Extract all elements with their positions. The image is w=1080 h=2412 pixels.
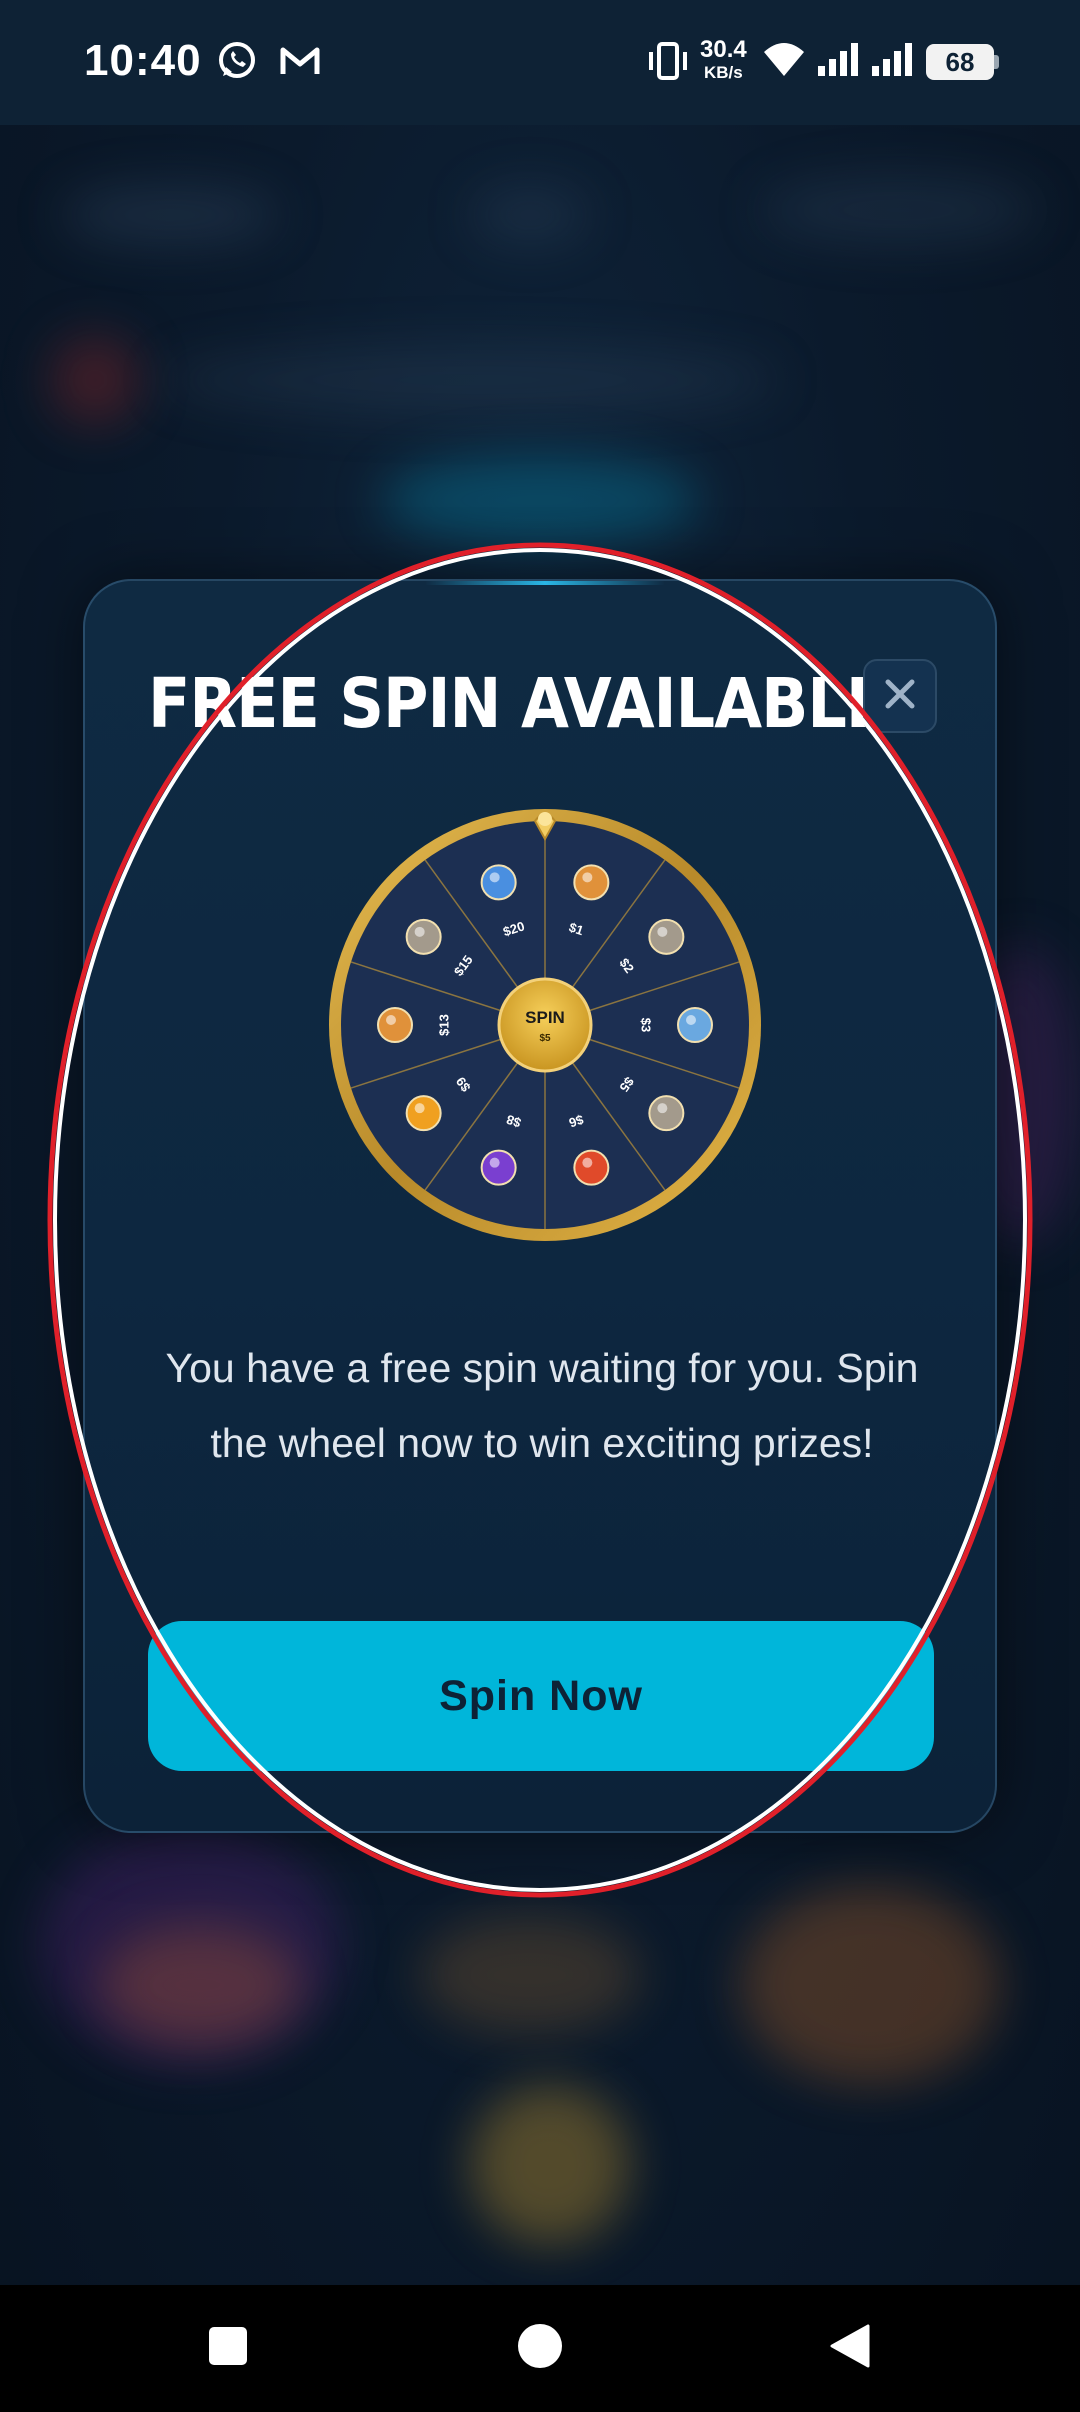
- network-speed: 30.4 KB/s: [700, 36, 747, 82]
- screen: 10:40 30.4 KB/s 68 FREE SPIN AVAILABLE!: [0, 0, 1080, 2412]
- modal-message: You have a free spin waiting for you. Sp…: [165, 1345, 919, 1466]
- home-button[interactable]: [460, 2285, 620, 2412]
- modal-title: FREE SPIN AVAILABLE!: [148, 663, 916, 744]
- modal-top-glow: [425, 581, 665, 585]
- wifi-icon: [762, 40, 806, 85]
- wheel-center-sublabel: $5: [539, 1033, 551, 1044]
- vibrate-icon: [646, 40, 690, 87]
- coin-bag-icon: [377, 1007, 413, 1043]
- recents-square-icon: [206, 2324, 250, 2373]
- whatsapp-icon: [216, 40, 258, 87]
- signal-icon: [870, 40, 914, 85]
- battery-tip: [994, 55, 999, 69]
- recents-button[interactable]: [148, 2285, 308, 2412]
- net-speed-value: 30.4: [700, 36, 747, 63]
- prize-wheel[interactable]: $1 $2 $3 $5 $6 $8 $9 $13 $15 $20 SPIN $5: [325, 805, 765, 1245]
- prize-wheel-graphic: $1$2$3$5$6$8$9$13$15$20 SPIN $5: [329, 809, 761, 1241]
- raccoon-icon: [648, 1095, 685, 1132]
- clock: 10:40: [84, 36, 202, 85]
- back-button[interactable]: [770, 2285, 930, 2412]
- purple-character-icon: [480, 1149, 517, 1186]
- battery-icon: 68: [926, 44, 994, 80]
- free-spin-modal: FREE SPIN AVAILABLE! $1 $2 $3 $5 $6 $8 $…: [83, 579, 997, 1833]
- signal-icon: [816, 40, 860, 85]
- gmail-icon: [278, 40, 322, 87]
- net-speed-unit: KB/s: [703, 63, 743, 82]
- close-button[interactable]: [863, 659, 937, 733]
- back-triangle-icon: [828, 2322, 872, 2375]
- wheel-segment-label: $3: [639, 1018, 654, 1032]
- wheel-segment-label: $13: [436, 1014, 451, 1036]
- bottle-icon: [677, 1007, 713, 1043]
- fire-cup-icon: [573, 1149, 610, 1186]
- home-circle-icon: [516, 2322, 564, 2375]
- status-bar: 10:40 30.4 KB/s 68: [0, 0, 1080, 125]
- spin-now-button[interactable]: Spin Now: [148, 1621, 934, 1771]
- coin-bag-icon: [573, 864, 610, 901]
- blue-bag-icon: [480, 864, 517, 901]
- raccoon-icon: [648, 918, 685, 955]
- flower-icon: [405, 1095, 442, 1132]
- navigation-bar: [0, 2285, 1080, 2412]
- raccoon-icon: [405, 918, 442, 955]
- wheel-center-label: SPIN: [525, 1008, 565, 1027]
- wheel-pointer-knob: [538, 812, 552, 826]
- close-icon: [884, 678, 916, 715]
